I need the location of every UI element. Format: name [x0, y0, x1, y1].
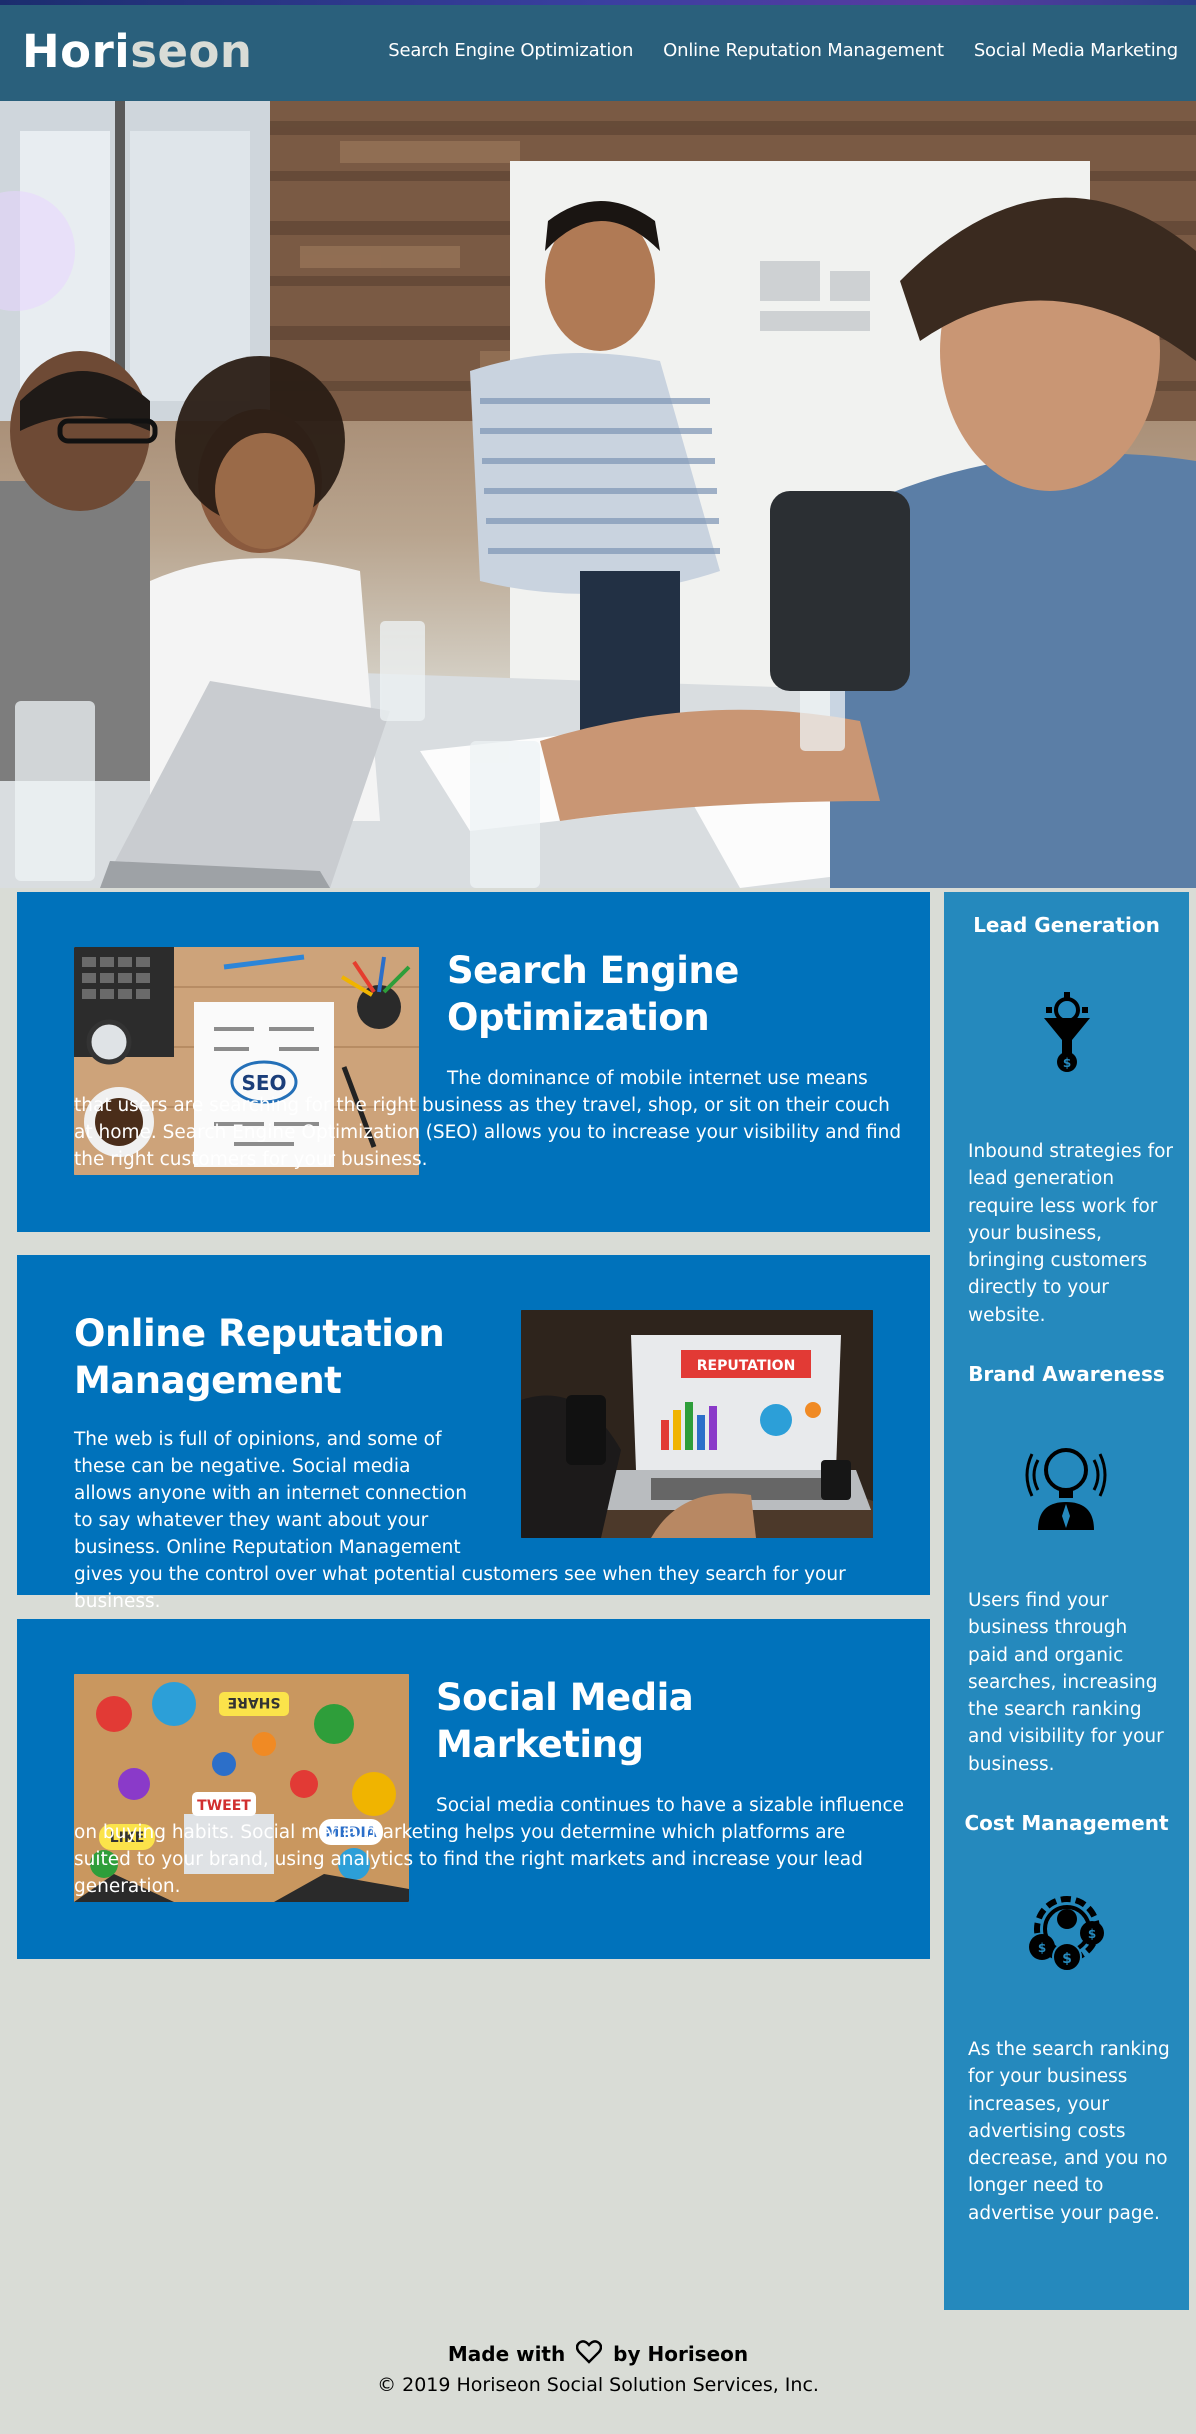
- gear-money-icon: $ $ $: [1022, 1889, 1112, 1979]
- card-title-smm: Social Media Marketing: [436, 1676, 694, 1766]
- copyright-text: © 2019 Horiseon Social Solution Services…: [377, 2374, 819, 2396]
- card-online-reputation-management: Online Reputation Management REPUTATION: [17, 1255, 930, 1612]
- svg-text:$: $: [1063, 1056, 1071, 1070]
- nav-link-social-media-marketing[interactable]: Social Media Marketing: [974, 40, 1178, 61]
- by-horiseon-text: by Horiseon: [613, 2342, 749, 2366]
- benefits-sidebar: Lead Generation $ Inbound strategies for…: [944, 892, 1189, 2310]
- benefit-body-lead-generation: Inbound strategies for lead generation r…: [968, 1141, 1174, 1326]
- hero-office-meeting-illustration: [0, 101, 1196, 888]
- svg-text:$: $: [1062, 1951, 1072, 1967]
- card-body-orm-text: The web is full of opinions, and some of…: [74, 1426, 904, 1615]
- site-header: Horiseon Search Engine Optimization Onli…: [0, 0, 1196, 101]
- benefit-title-lead-generation: Lead Generation: [973, 913, 1160, 937]
- benefit-body-brand-awareness: Users find your business through paid an…: [968, 1590, 1164, 1775]
- made-with-line: Made with by Horiseon: [0, 2340, 1196, 2371]
- made-with-text: Made with: [447, 2342, 566, 2366]
- main-nav: Search Engine Optimization Online Reputa…: [388, 40, 1178, 61]
- heart-icon: [576, 2340, 603, 2371]
- benefit-title-brand-awareness: Brand Awareness: [968, 1362, 1165, 1386]
- site-logo[interactable]: Horiseon: [22, 24, 252, 80]
- card-social-media-marketing: SHARE TWEET LIKE MEDIA Social Media Mark…: [17, 1619, 930, 1959]
- card-body-smm: Social media continues to have a sizable…: [74, 1795, 905, 1897]
- card-body-seo: The dominance of mobile internet use mea…: [74, 1068, 902, 1170]
- card-title-seo: Search Engine Optimization: [447, 949, 739, 1039]
- card-search-engine-optimization: SEO Search Engine Optimization The domin…: [17, 892, 930, 1232]
- svg-text:$: $: [1038, 1941, 1046, 1955]
- svg-text:$: $: [1088, 1927, 1096, 1941]
- lightbulb-person-icon: [1024, 1440, 1108, 1534]
- benefit-title-cost-management: Cost Management: [964, 1811, 1169, 1835]
- logo-part-hori: Hori: [22, 25, 131, 78]
- nav-link-online-reputation-management[interactable]: Online Reputation Management: [663, 40, 944, 61]
- share-label: SHARE: [228, 1694, 281, 1710]
- benefit-body-cost-management: As the search ranking for your business …: [968, 2039, 1170, 2224]
- card-title-orm: Online Reputation Management: [74, 1312, 445, 1402]
- hero-image: [0, 101, 1196, 888]
- nav-link-search-engine-optimization[interactable]: Search Engine Optimization: [388, 40, 633, 61]
- logo-part-seon: seon: [130, 25, 253, 78]
- funnel-icon: $: [1040, 992, 1094, 1078]
- site-footer: Made with by Horiseon © 2019 Horiseon So…: [0, 2340, 1196, 2399]
- reputation-image-label: REPUTATION: [697, 1358, 796, 1374]
